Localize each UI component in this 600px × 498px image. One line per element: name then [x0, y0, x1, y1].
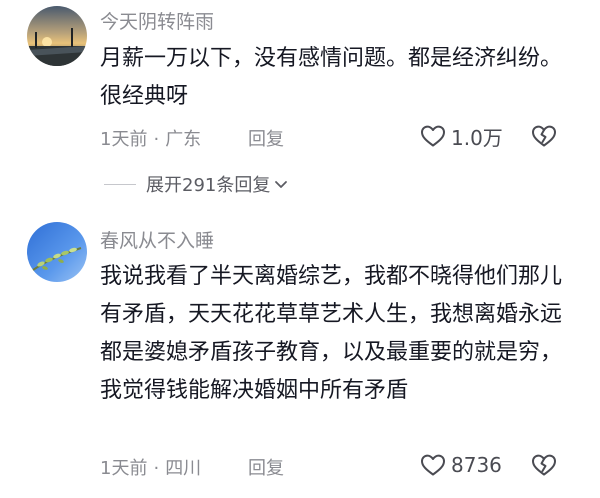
comment-meta: 1天前 · 四川 回复 8736 [100, 450, 570, 480]
dislike-button[interactable] [530, 450, 558, 480]
broken-heart-icon [532, 454, 556, 476]
avatar-image [27, 222, 87, 282]
heart-outline-icon [421, 125, 445, 147]
reply-button[interactable]: 回复 [248, 454, 284, 480]
reply-button[interactable]: 回复 [248, 125, 284, 151]
chevron-down-icon [273, 176, 289, 192]
comment-location: 四川 [165, 458, 202, 479]
comment-text: 月薪一万以下，没有感情问题。都是经济纠纷。很经典呀 [100, 46, 563, 109]
meta-separator: · [153, 129, 160, 150]
like-button[interactable]: 1.0万 [420, 121, 503, 151]
comment-time: 1天前 [100, 458, 148, 479]
broken-heart-icon [532, 125, 556, 147]
meta-separator: · [153, 458, 160, 479]
comment-location: 广东 [165, 129, 202, 150]
comment-item: 春风从不入睡 我说我看了半天离婚综艺，我都不晓得他们那儿有矛盾，天天花花草草艺术… [0, 210, 600, 498]
expand-divider [104, 183, 136, 185]
dislike-button[interactable] [530, 121, 558, 151]
comment-time-location: 1天前 · 广东 [100, 125, 201, 151]
like-button[interactable]: 8736 [420, 450, 502, 480]
like-count: 1.0万 [451, 125, 503, 150]
comment-text: 我说我看了半天离婚综艺，我都不晓得他们那儿有矛盾，天天花花草草艺术人生，我想离婚… [100, 264, 563, 403]
expand-replies-button[interactable]: 展开291条回复 [104, 170, 289, 198]
avatar-image [27, 6, 87, 66]
avatar[interactable] [27, 6, 87, 66]
username[interactable]: 春风从不入睡 [100, 226, 214, 253]
comment-meta: 1天前 · 广东 回复 1.0万 [100, 121, 570, 151]
heart-outline-icon [421, 454, 445, 476]
expand-replies-label: 展开291条回复 [146, 175, 271, 196]
like-count: 8736 [451, 453, 502, 477]
username[interactable]: 今天阴转阵雨 [100, 7, 214, 34]
comment-time: 1天前 [100, 129, 148, 150]
avatar[interactable] [27, 222, 87, 282]
comment-item: 今天阴转阵雨 月薪一万以下，没有感情问题。都是经济纠纷。很经典呀 1天前 · 广东 … [0, 0, 600, 210]
comment-time-location: 1天前 · 四川 [100, 454, 201, 480]
